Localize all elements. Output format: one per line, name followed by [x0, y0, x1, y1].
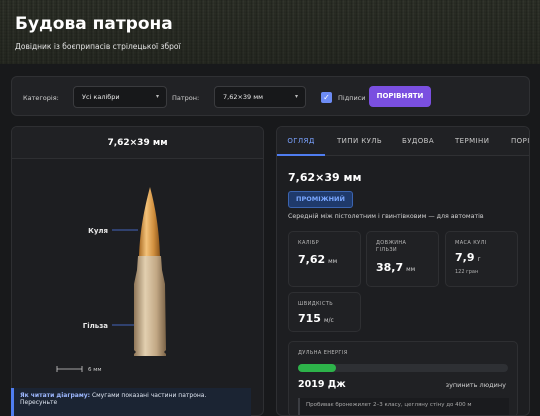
compare-button[interactable]: ПОРІВНЯТИ	[369, 86, 431, 107]
stat-unit: мм	[406, 266, 416, 273]
cartridge-diagram: Куля Гільза 6 мм	[56, 187, 166, 373]
chevron-down-icon: ▾	[155, 93, 159, 100]
category-select[interactable]: Усі калібри ▾	[73, 86, 167, 108]
stat-card-bullet-mass: МАСА КУЛІ 7,9 г 122 гран	[445, 231, 518, 287]
header-banner: Будова патрона Довідник із боєприпасів с…	[0, 0, 540, 64]
captions-checkbox[interactable]: ✓	[321, 92, 332, 103]
energy-label: ДУЛЬНА ЕНЕРГІЯ	[298, 350, 348, 356]
stat-value: 7,62	[298, 253, 326, 266]
stat-sub: 122 гран	[455, 269, 479, 275]
energy-bar-fill	[298, 364, 336, 372]
stat-value: 7,9	[455, 251, 475, 264]
page-subtitle: Довідник із боєприпасів стрілецької збро…	[15, 42, 181, 51]
stat-unit: м/с	[323, 317, 334, 324]
hint-title: Як читати діаграму:	[20, 392, 91, 399]
energy-note: Пробиває бронежилет 2–3 класу, цегляну с…	[298, 398, 509, 415]
diagram-title: 7,62×39 мм	[12, 127, 263, 159]
overview-description: Середній між пістолетним і гвинтівковим …	[288, 213, 484, 220]
stat-value: 38,7	[376, 261, 404, 274]
energy-comparison: зупинить людину	[445, 381, 506, 389]
tab-bar: ОГЛЯД ТИПИ КУЛЬ БУДОВА ТЕРМІНИ ПОРІ	[277, 127, 529, 156]
category-label: Категорія:	[23, 94, 59, 102]
page-title: Будова патрона	[15, 14, 173, 34]
overview-title: 7,62×39 мм	[288, 171, 362, 184]
tab-structure[interactable]: БУДОВА	[402, 127, 434, 156]
stat-card-caliber: КАЛІБР 7,62 мм	[288, 231, 361, 287]
scale-label: 6 мм	[88, 367, 102, 373]
stat-unit: г	[477, 256, 481, 263]
stat-unit: мм	[328, 258, 338, 265]
info-panel: ОГЛЯД ТИПИ КУЛЬ БУДОВА ТЕРМІНИ ПОРІ 7,62…	[276, 126, 530, 416]
energy-bar-track	[298, 364, 508, 372]
captions-label: Підписи	[338, 94, 366, 102]
tab-overview[interactable]: ОГЛЯД	[277, 127, 325, 156]
diagram-hint: Як читати діаграму: Смугами показані час…	[11, 388, 251, 416]
status-badge: ПРОМІЖНИЙ	[288, 191, 353, 208]
cartridge-value: 7,62×39 мм	[223, 93, 264, 101]
case-label: Гільза	[83, 322, 108, 330]
cartridge-label: Патрон:	[172, 94, 200, 102]
stat-card-case-length: ДОВЖИНА ГІЛЬЗИ 38,7 мм	[366, 231, 439, 287]
stat-value: 715	[298, 312, 321, 325]
filter-bar: Категорія: Усі калібри ▾ Патрон: 7,62×39…	[11, 76, 530, 116]
category-value: Усі калібри	[82, 93, 120, 101]
stat-label: КАЛІБР	[298, 240, 320, 246]
tab-terms[interactable]: ТЕРМІНИ	[455, 127, 489, 156]
energy-value: 2019 Дж	[298, 379, 346, 390]
stat-label: МАСА КУЛІ	[455, 240, 487, 246]
stat-label: ДОВЖИНА ГІЛЬЗИ	[376, 240, 407, 253]
case-shape	[134, 256, 166, 356]
chevron-down-icon: ▾	[294, 93, 298, 100]
bullet-shape	[139, 187, 160, 256]
tab-compare[interactable]: ПОРІ	[511, 127, 529, 156]
cartridge-select[interactable]: 7,62×39 мм ▾	[214, 86, 306, 108]
stat-card-velocity: ШВИДКІСТЬ 715 м/с	[288, 292, 361, 332]
stat-label: ШВИДКІСТЬ	[298, 301, 334, 307]
cartridge-diagram-panel: 7,62×39 мм Куля Гільза 6 мм	[11, 126, 264, 416]
tab-bullet-types[interactable]: ТИПИ КУЛЬ	[337, 127, 382, 156]
bullet-label: Куля	[88, 227, 108, 235]
